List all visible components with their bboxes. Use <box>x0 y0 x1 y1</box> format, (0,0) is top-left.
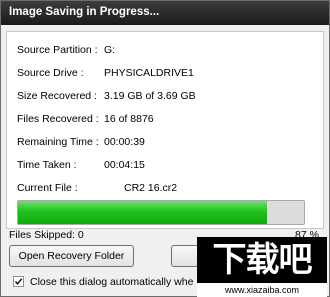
remaining-time-label: Remaining Time : <box>17 136 99 148</box>
close-automatically-checkbox[interactable] <box>13 276 24 287</box>
time-taken-value: 00:04:15 <box>104 159 145 171</box>
source-partition-value: G: <box>104 44 116 56</box>
source-partition-label: Source Partition : <box>17 44 98 56</box>
time-taken-label: Time Taken : <box>17 159 77 171</box>
watermark-logo: 下载吧 <box>197 237 327 283</box>
size-recovered-label: Size Recovered : <box>17 90 97 102</box>
files-recovered-value: 16 of 8876 <box>104 113 154 125</box>
current-file-value: CR2 16.cr2 <box>124 182 178 194</box>
recovery-progress-bar <box>17 200 305 225</box>
dialog-title: Image Saving in Progress... <box>9 6 160 18</box>
details-panel: Source Partition : G: Source Drive : PHY… <box>6 31 324 229</box>
watermark-url: www.xiazaiba.com <box>197 283 327 297</box>
current-file-label: Current File : <box>17 182 78 194</box>
remaining-time-value: 00:00:39 <box>104 136 145 148</box>
source-drive-label: Source Drive : <box>17 67 84 79</box>
title-bar[interactable]: Image Saving in Progress... <box>1 1 329 25</box>
checkmark-icon <box>14 278 23 285</box>
source-drive-value: PHYSICALDRIVE1 <box>104 67 194 79</box>
size-recovered-value: 3.19 GB of 3.69 GB <box>104 90 196 102</box>
files-recovered-label: Files Recovered : <box>17 113 99 125</box>
recovery-progress-fill <box>18 201 267 224</box>
open-recovery-folder-button[interactable]: Open Recovery Folder <box>9 245 134 267</box>
files-skipped-text: Files Skipped: 0 <box>9 229 84 241</box>
close-automatically-label: Close this dialog automatically whe <box>30 276 194 288</box>
watermark: 下载吧 www.xiazaiba.com <box>187 237 330 297</box>
